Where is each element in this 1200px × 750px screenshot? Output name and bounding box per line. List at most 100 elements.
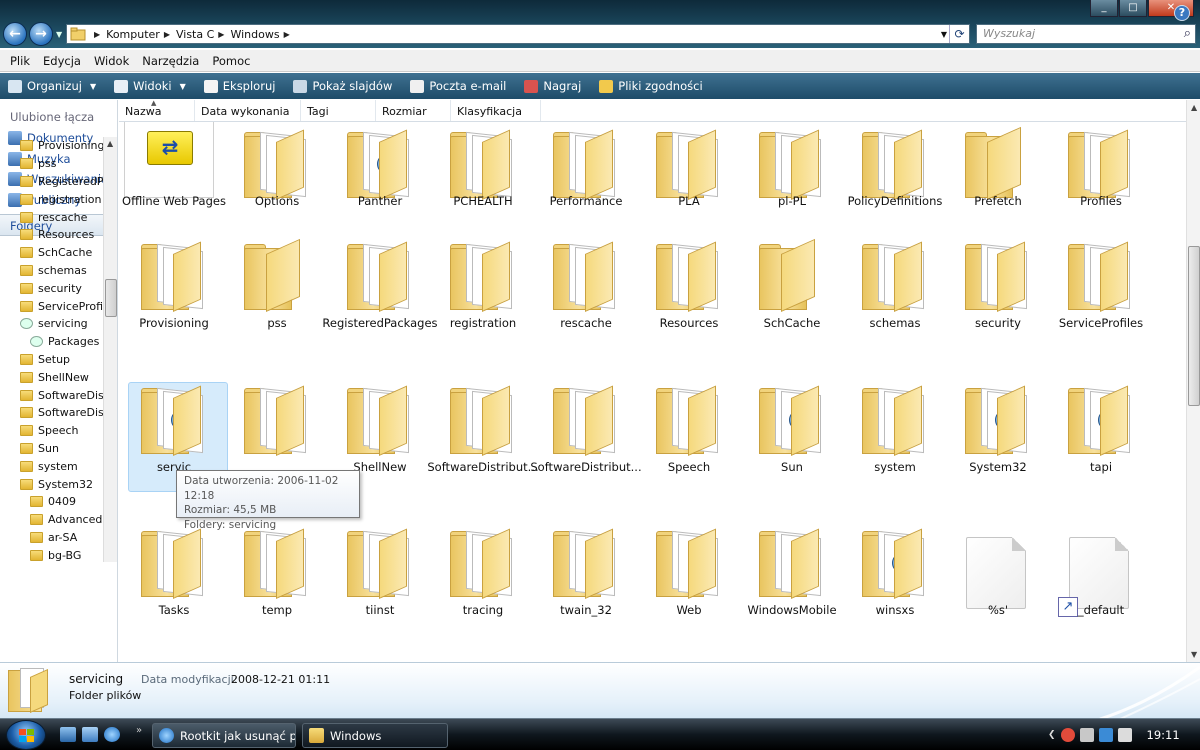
volume-icon[interactable] — [1117, 728, 1132, 742]
command-label: Pliki zgodności — [618, 79, 703, 93]
maximize-button[interactable]: □ — [1119, 0, 1147, 17]
content-scroll-thumb[interactable] — [1188, 246, 1200, 406]
menu-widok[interactable]: Widok — [94, 54, 129, 68]
start-button[interactable] — [6, 720, 46, 750]
taskbar-item-windows[interactable]: Windows — [302, 723, 448, 748]
tree-item-softwaredist[interactable]: SoftwareDist — [0, 386, 103, 404]
minimize-button[interactable]: _ — [1090, 0, 1118, 17]
address-bar[interactable]: ▶ Komputer ▶ Vista C ▶ Windows ▶ ▼ ⟳ — [66, 24, 970, 44]
command-poka-slajd-w[interactable]: Pokaż slajdów — [293, 79, 392, 93]
refresh-icon[interactable]: ⟳ — [949, 25, 969, 43]
tree-item-provisioning[interactable]: Provisioning — [0, 137, 103, 155]
tree-item-security[interactable]: security — [0, 279, 103, 297]
tree-item-schcache[interactable]: SchCache — [0, 244, 103, 262]
folder-icon — [30, 531, 43, 543]
command-label: Pokaż slajdów — [312, 79, 393, 93]
column-tagi[interactable]: Tagi — [301, 100, 376, 121]
tree-item-ar-sa[interactable]: ar-SA — [0, 529, 103, 547]
burn-icon — [524, 79, 539, 93]
forward-button[interactable]: → — [29, 22, 53, 46]
folder-icon — [20, 478, 33, 490]
tree-item-bg-bg[interactable]: bg-BG — [0, 546, 103, 562]
folder-icon — [30, 514, 43, 526]
tray-expand-icon[interactable]: ❮ — [1048, 730, 1056, 740]
column-data-wykonania[interactable]: Data wykonania — [195, 100, 301, 121]
tree-label: SoftwareDist — [38, 388, 103, 402]
antivirus-icon[interactable] — [1060, 728, 1075, 742]
breadcrumb-computer[interactable]: Komputer ▶ — [106, 28, 176, 41]
command-pliki-zgodno-ci[interactable]: Pliki zgodności — [599, 79, 703, 93]
tree-item-softwaredist[interactable]: SoftwareDist — [0, 404, 103, 422]
folder-icon — [759, 528, 825, 599]
help-icon[interactable]: ? — [1174, 5, 1190, 21]
tree-item-rescache[interactable]: rescache — [0, 208, 103, 226]
folder-icon — [20, 425, 33, 437]
menu-pomoc[interactable]: Pomoc — [212, 54, 250, 68]
clock[interactable]: 19:11 — [1147, 728, 1180, 742]
tree-item-system[interactable]: system — [0, 457, 103, 475]
command-organizuj[interactable]: Organizuj ▼ — [8, 79, 96, 93]
tree-item-sun[interactable]: Sun — [0, 440, 103, 458]
compat-files-icon — [599, 79, 614, 93]
column-klasyfikacja[interactable]: Klasyfikacja — [451, 100, 541, 121]
tree-item-pss[interactable]: pss — [0, 155, 103, 173]
taskbar-item-browser[interactable]: Rootkit jak usunąć p... — [152, 723, 296, 748]
folder-icon — [965, 126, 1031, 200]
tree-scrollbar[interactable]: ▲ — [103, 137, 117, 562]
tree-label: Resources — [38, 228, 95, 242]
tree-label: Speech — [38, 424, 79, 438]
tree-item-advancedi[interactable]: AdvancedI — [0, 511, 103, 529]
tree-item-packages[interactable]: Packages — [0, 333, 103, 351]
tooltip-created: Data utworzenia: 2006-11-02 12:18 — [184, 475, 339, 502]
address-dropdown-icon[interactable]: ▼ — [941, 30, 947, 39]
column-rozmiar[interactable]: Rozmiar — [376, 100, 451, 121]
search-icon[interactable]: ⌕ — [1184, 26, 1191, 41]
tree-item-system32[interactable]: System32 — [0, 475, 103, 493]
scroll-down-icon[interactable]: ▼ — [1191, 650, 1197, 659]
column-nazwa[interactable]: Nazwa ▲ — [119, 99, 195, 121]
command-poczta-e-mail[interactable]: Poczta e-mail — [410, 79, 506, 93]
tree-item-shellnew[interactable]: ShellNew — [0, 368, 103, 386]
breadcrumb-windows[interactable]: Windows ▶ — [230, 28, 295, 41]
folder-icon — [20, 140, 33, 152]
safely-remove-icon[interactable] — [1079, 728, 1094, 742]
tree-item-setup[interactable]: Setup — [0, 351, 103, 369]
favorite-links-title: Ulubione łącza — [10, 110, 95, 124]
menu-edycja[interactable]: Edycja — [43, 54, 81, 68]
tree-item-0409[interactable]: 0409 — [0, 493, 103, 511]
quicklaunch-more-icon[interactable]: » — [136, 725, 142, 736]
tree-item-registration[interactable]: registration — [0, 190, 103, 208]
folder-label: Prefetch — [974, 194, 1022, 208]
show-desktop-icon[interactable] — [60, 727, 76, 742]
internet-explorer-icon[interactable] — [104, 727, 120, 742]
chevron-down-icon[interactable]: ▼ — [180, 82, 186, 91]
tree-item-speech[interactable]: Speech — [0, 422, 103, 440]
tree-item-serviceprofil[interactable]: ServiceProfil — [0, 297, 103, 315]
tree-item-schemas[interactable]: schemas — [0, 262, 103, 280]
folder-icon — [347, 129, 413, 200]
content-scrollbar[interactable]: ▲ ▼ — [1186, 100, 1200, 662]
scroll-up-icon[interactable]: ▲ — [107, 139, 113, 148]
network-icon[interactable] — [1098, 728, 1113, 742]
back-button[interactable]: ← — [3, 22, 27, 46]
command-nagraj[interactable]: Nagraj — [524, 79, 581, 93]
tree-item-servicing[interactable]: servicing — [0, 315, 103, 333]
chevron-down-icon[interactable]: ▼ — [90, 82, 96, 91]
folder-icon — [20, 460, 33, 472]
menu-narz-dzia[interactable]: Narzędzia — [142, 54, 199, 68]
switch-windows-icon[interactable] — [82, 727, 98, 742]
tree-label: rescache — [38, 210, 88, 224]
folder-icon — [244, 528, 310, 599]
scroll-up-icon[interactable]: ▲ — [1191, 103, 1197, 112]
command-eksploruj[interactable]: Eksploruj — [203, 79, 275, 93]
breadcrumb-separator-icon[interactable]: ▶ — [94, 30, 100, 39]
recent-pages-dropdown[interactable]: ▼ — [56, 30, 62, 39]
folder-label: Panther — [357, 194, 403, 208]
breadcrumb-vista-c[interactable]: Vista C ▶ — [176, 28, 230, 41]
tree-scroll-thumb[interactable] — [105, 279, 117, 317]
command-widoki[interactable]: Widoki ▼ — [114, 79, 186, 93]
tree-item-registeredpa[interactable]: RegisteredPa — [0, 173, 103, 191]
menu-plik[interactable]: Plik — [10, 54, 30, 68]
search-input[interactable]: Wyszukaj ⌕ — [976, 24, 1196, 44]
tree-item-resources[interactable]: Resources — [0, 226, 103, 244]
